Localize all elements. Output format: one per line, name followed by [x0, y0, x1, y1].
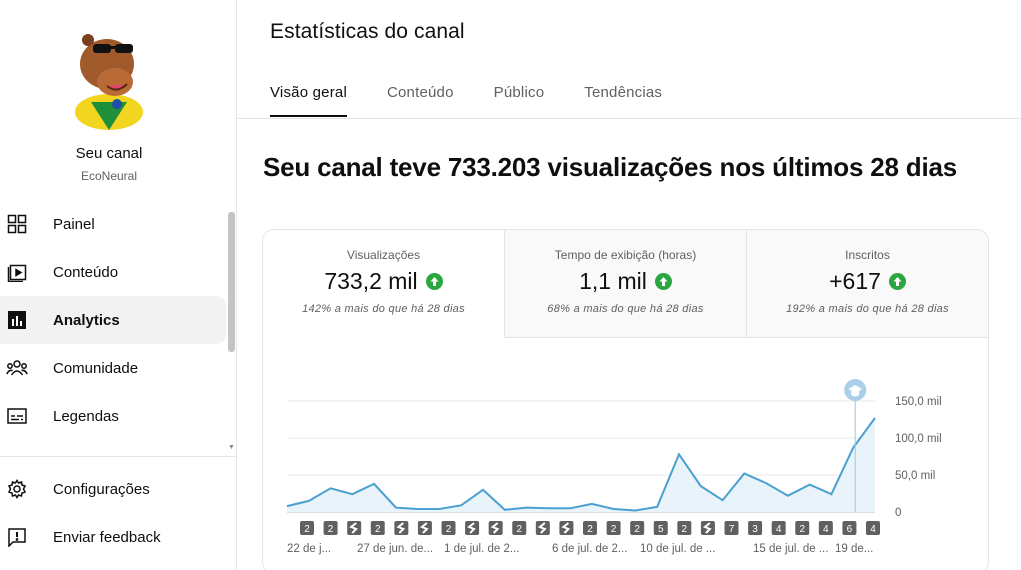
metric-value-row: 733,2 mil: [263, 268, 504, 295]
video-count-label: 4: [776, 524, 782, 535]
x-tick-label: 22 de j...: [287, 543, 332, 555]
arrow-up-icon: [888, 273, 906, 290]
tab-visao-geral[interactable]: Visão geral: [270, 84, 347, 117]
video-count-label: 2: [611, 524, 617, 535]
video-count-label: 2: [799, 524, 805, 535]
x-tick-label: 10 de jul. de ...: [640, 543, 716, 555]
x-tick-label: 27 de jun. de...: [357, 543, 434, 555]
video-count-label: 2: [634, 524, 640, 535]
video-count-label: 2: [682, 524, 688, 535]
video-count-label: 4: [870, 524, 876, 535]
sidebar-item-label: Conteúdo: [53, 263, 119, 281]
metric-comparison: 142% a mais do que há 28 dias: [302, 303, 465, 315]
sidebar-item-legendas[interactable]: Legendas: [0, 392, 226, 440]
video-count-label: 4: [823, 524, 829, 535]
divider: [237, 118, 1021, 119]
video-count-label: 2: [516, 524, 522, 535]
video-count-label: 5: [658, 524, 664, 535]
tab-conteudo[interactable]: Conteúdo: [387, 84, 454, 117]
sidebar-item-enviar-feedback[interactable]: Enviar feedback: [0, 513, 226, 561]
community-icon: [6, 357, 28, 379]
video-count-label: 2: [328, 524, 334, 535]
metric-watch-time[interactable]: Tempo de exibição (horas) 1,1 mil 68% a …: [505, 230, 747, 338]
x-tick-label: 19 de...: [835, 543, 874, 555]
arrow-up-icon: [425, 273, 443, 290]
chart-area: [287, 418, 875, 512]
video-count-label: 2: [304, 524, 310, 535]
y-tick-label: 150,0 mil: [895, 396, 942, 408]
metric-label: Inscritos: [845, 248, 890, 262]
metric-value-row: 1,1 mil: [505, 268, 746, 295]
views-chart[interactable]: 150,0 mil 100,0 mil 50,0 mil 0 2 2 2 2 2 2 2 2 5 2 7 3 4…: [263, 338, 989, 543]
video-count-label: 6: [847, 524, 853, 535]
tab-bar: Visão geral Conteúdo Público Tendências: [270, 84, 702, 117]
metric-label: Tempo de exibição (horas): [554, 248, 697, 262]
video-count-label: 3: [752, 524, 758, 535]
tab-tendencias[interactable]: Tendências: [584, 84, 662, 117]
sidebar-item-comunidade[interactable]: Comunidade: [0, 344, 226, 392]
sidebar-item-label: Configurações: [53, 480, 150, 498]
page-title: Estatísticas do canal: [270, 20, 465, 43]
metric-value-row: +617: [747, 268, 988, 295]
metric-value: 1,1 mil: [579, 268, 647, 294]
feedback-icon: [6, 526, 28, 548]
sidebar-item-label: Comunidade: [53, 359, 139, 377]
sidebar-item-label: Painel: [53, 215, 95, 233]
sidebar-item-conteudo[interactable]: Conteúdo: [0, 248, 226, 296]
subtitles-icon: [6, 405, 28, 427]
metric-label: Visualizações: [346, 248, 421, 262]
sidebar-nav: Painel Conteúdo Analytics Comunidade Leg…: [0, 200, 226, 440]
sidebar: Seu canal EcoNeural Painel Conteúdo Anal…: [0, 0, 237, 570]
content-icon: [6, 261, 28, 283]
metric-value: 733,2 mil: [324, 268, 418, 294]
y-tick-label: 0: [895, 507, 901, 519]
channel-name[interactable]: Seu canal: [0, 145, 218, 162]
x-axis-labels: 22 de j... 27 de jun. de... 1 de jul. de 2…: [263, 543, 988, 561]
divider: [0, 456, 237, 457]
x-tick-label: 1 de jul. de 2...: [444, 543, 520, 555]
tab-publico[interactable]: Público: [494, 84, 545, 117]
video-count-label: 2: [587, 524, 593, 535]
avatar[interactable]: [71, 30, 147, 130]
video-count-label: 2: [446, 524, 452, 535]
sidebar-item-label: Legendas: [53, 407, 119, 425]
dashboard-icon: [6, 213, 28, 235]
metric-value: +617: [829, 268, 881, 294]
metric-subscribers[interactable]: Inscritos +617 192% a mais do que há 28 …: [747, 230, 988, 338]
video-count-label: 2: [375, 524, 381, 535]
scroll-down-arrow-icon[interactable]: ▼: [228, 444, 235, 451]
main-content: Estatísticas do canal Visão geral Conteú…: [237, 0, 1021, 570]
x-tick-label: 6 de jul. de 2...: [552, 543, 628, 555]
x-tick-label: 15 de jul. de ...: [753, 543, 829, 555]
sidebar-item-label: Analytics: [53, 311, 120, 329]
metric-views[interactable]: Visualizações 733,2 mil 142% a mais do q…: [263, 230, 505, 338]
gear-icon: [6, 478, 28, 500]
sidebar-item-configuracoes[interactable]: Configurações: [0, 465, 226, 513]
metric-tabs: Visualizações 733,2 mil 142% a mais do q…: [263, 230, 988, 338]
channel-handle: EcoNeural: [80, 169, 138, 183]
arrow-up-icon: [654, 273, 672, 290]
analytics-icon: [6, 309, 28, 331]
headline: Seu canal teve 733.203 visualizações nos…: [262, 152, 958, 182]
overview-card: Visualizações 733,2 mil 142% a mais do q…: [262, 229, 989, 570]
video-count-label: 7: [729, 524, 735, 535]
sidebar-item-painel[interactable]: Painel: [0, 200, 226, 248]
sidebar-scrollbar[interactable]: [228, 212, 235, 352]
sidebar-item-analytics[interactable]: Analytics: [0, 296, 226, 344]
y-tick-label: 100,0 mil: [895, 433, 942, 445]
sidebar-item-label: Enviar feedback: [53, 528, 161, 546]
sidebar-bottom-nav: Configurações Enviar feedback: [0, 465, 226, 561]
metric-comparison: 68% a mais do que há 28 dias: [547, 303, 704, 315]
y-tick-label: 50,0 mil: [895, 470, 935, 482]
education-cap-icon-base: [851, 391, 860, 397]
metric-comparison: 192% a mais do que há 28 dias: [786, 303, 949, 315]
